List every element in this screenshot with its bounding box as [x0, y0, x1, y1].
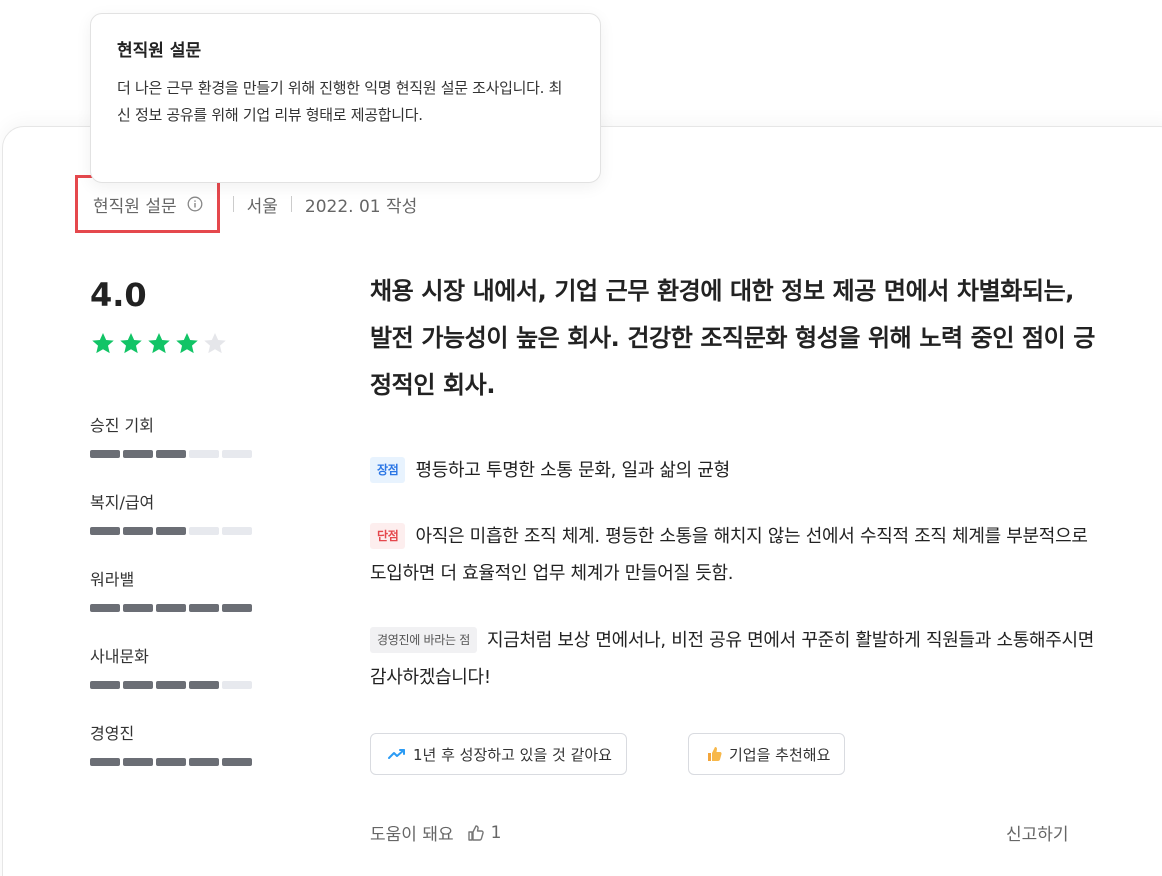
review-meta: 현직원 설문 서울 2022. 01 작성	[75, 175, 417, 233]
wish-text: 지금처럼 보상 면에서나, 비전 공유 면에서 꾸준히 활발하게 직원들과 소통…	[370, 630, 1095, 688]
survey-label: 현직원 설문	[93, 196, 177, 217]
category-bar	[90, 604, 252, 612]
category-label: 사내문화	[90, 647, 149, 666]
bar-segment-filled	[90, 450, 120, 458]
cons-section: 단점 아직은 미흡한 조직 체계. 평등한 소통을 해치지 않는 선에서 수직적 …	[370, 518, 1100, 592]
cons-tag: 단점	[370, 523, 406, 549]
growth-chip[interactable]: 1년 후 성장하고 있을 것 같아요	[370, 733, 627, 775]
bar-segment-filled	[156, 604, 186, 612]
info-icon[interactable]	[187, 196, 203, 212]
bar-segment-filled	[90, 681, 120, 689]
category-label: 경영진	[90, 724, 135, 743]
pros-tag: 장점	[370, 457, 406, 483]
review-date: 2022. 01 작성	[304, 196, 418, 217]
category-label: 복지/급여	[90, 493, 155, 512]
report-button[interactable]: 신고하기	[1006, 820, 1069, 845]
thumbs-up-icon	[467, 824, 484, 841]
bar-segment-empty	[222, 450, 252, 458]
category-bar	[90, 527, 252, 535]
bar-segment-filled	[90, 758, 120, 766]
tooltip-title: 현직원 설문	[117, 41, 202, 61]
star-filled-icon	[176, 332, 198, 354]
overall-score: 4.0	[90, 276, 147, 314]
category-bar	[90, 450, 252, 458]
bar-segment-filled	[90, 604, 120, 612]
bar-segment-filled	[156, 758, 186, 766]
helpful-label: 도움이 돼요	[370, 825, 454, 845]
star-filled-icon	[92, 332, 114, 354]
growth-chip-label: 1년 후 성장하고 있을 것 같아요	[413, 745, 612, 764]
star-rating	[90, 331, 228, 357]
bar-segment-filled	[123, 527, 153, 535]
category-bar	[90, 681, 252, 689]
category-rating: 승진 기회	[90, 412, 252, 458]
pros-section: 장점 평등하고 투명한 소통 문화, 일과 삶의 균형	[370, 452, 1100, 489]
bar-segment-empty	[222, 527, 252, 535]
meta-divider	[232, 196, 234, 212]
bar-segment-empty	[222, 681, 252, 689]
category-label: 승진 기회	[90, 416, 154, 435]
recommend-chip[interactable]: 기업을 추천해요	[688, 733, 846, 775]
helpful-button[interactable]: 도움이 돼요 1	[370, 820, 502, 846]
bar-segment-filled	[90, 527, 120, 535]
bar-segment-filled	[189, 758, 219, 766]
thumbs-up-icon	[708, 747, 722, 761]
pros-text: 평등하고 투명한 소통 문화, 일과 삶의 균형	[415, 460, 730, 481]
bar-segment-filled	[156, 450, 186, 458]
wish-tag: 경영진에 바라는 점	[370, 627, 477, 653]
category-label: 워라밸	[90, 570, 135, 589]
bar-segment-filled	[156, 527, 186, 535]
star-filled-icon	[120, 332, 142, 354]
category-rating: 경영진	[90, 720, 252, 766]
cons-text: 아직은 미흡한 조직 체계. 평등한 소통을 해치지 않는 선에서 수직적 조직…	[370, 526, 1088, 584]
review-headline: 채용 시장 내에서, 기업 근무 환경에 대한 정보 제공 면에서 차별화되는,…	[370, 277, 1095, 399]
trend-up-icon	[388, 749, 405, 759]
bar-segment-empty	[189, 527, 219, 535]
star-empty-icon	[204, 332, 226, 354]
bar-segment-filled	[123, 758, 153, 766]
review-location: 서울	[246, 196, 278, 217]
bar-segment-filled	[123, 450, 153, 458]
meta-divider	[290, 196, 292, 212]
bar-segment-filled	[123, 604, 153, 612]
bar-segment-empty	[189, 450, 219, 458]
bar-segment-filled	[189, 604, 219, 612]
category-bar	[90, 758, 252, 766]
recommend-chip-label: 기업을 추천해요	[729, 745, 831, 764]
helpful-count: 1	[490, 822, 502, 843]
bar-segment-filled	[156, 681, 186, 689]
bar-segment-filled	[189, 681, 219, 689]
bar-segment-filled	[222, 758, 252, 766]
category-rating: 사내문화	[90, 643, 252, 689]
category-rating: 복지/급여	[90, 489, 252, 535]
bar-segment-filled	[123, 681, 153, 689]
category-rating: 워라밸	[90, 566, 252, 612]
tooltip-body: 더 나은 근무 환경을 만들기 위해 진행한 익명 현직원 설문 조사입니다. …	[117, 79, 563, 124]
survey-info-trigger[interactable]: 현직원 설문	[75, 175, 220, 233]
wish-section: 경영진에 바라는 점 지금처럼 보상 면에서나, 비전 공유 면에서 꾸준히 활발…	[370, 622, 1100, 696]
star-filled-icon	[148, 332, 170, 354]
bar-segment-filled	[222, 604, 252, 612]
survey-tooltip: 현직원 설문 더 나은 근무 환경을 만들기 위해 진행한 익명 현직원 설문 …	[90, 13, 601, 183]
